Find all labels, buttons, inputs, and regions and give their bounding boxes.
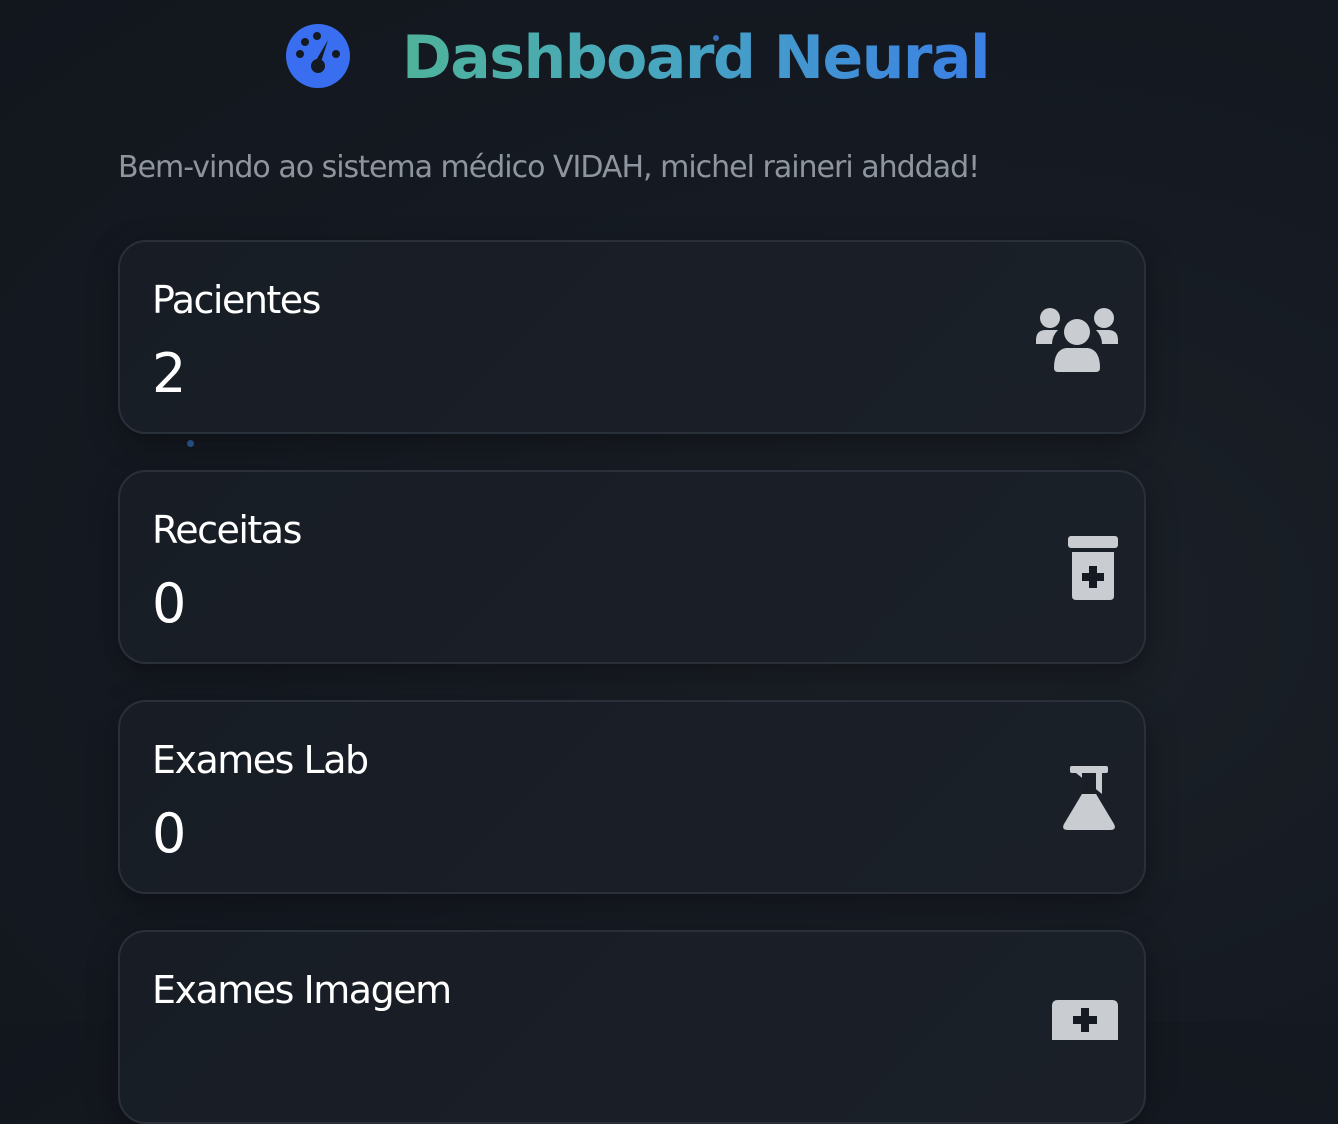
flask-icon <box>1060 766 1118 832</box>
title-decoration-dot <box>713 35 719 41</box>
card-value: 2 <box>152 342 187 405</box>
welcome-message: Bem-vindo ao sistema médico VIDAH, miche… <box>118 150 980 185</box>
card-label: Pacientes <box>152 278 321 322</box>
card-value: 0 <box>152 572 187 635</box>
prescription-bottle-icon <box>1068 536 1118 602</box>
stat-card-exames-lab[interactable]: Exames Lab 0 <box>118 700 1146 894</box>
medical-kit-icon <box>1052 1000 1118 1040</box>
page-title: Dashboard Neural <box>402 20 991 96</box>
stat-card-receitas[interactable]: Receitas 0 <box>118 470 1146 664</box>
header: Dashboard Neural <box>0 0 1338 120</box>
stat-card-pacientes[interactable]: Pacientes 2 <box>118 240 1146 434</box>
stat-card-exames-imagem[interactable]: Exames Imagem <box>118 930 1146 1124</box>
decoration-dot <box>187 440 194 447</box>
card-label: Receitas <box>152 508 302 552</box>
users-icon <box>1036 306 1118 372</box>
card-label: Exames Imagem <box>152 968 452 1012</box>
card-label: Exames Lab <box>152 738 369 782</box>
tachometer-icon <box>286 24 350 88</box>
card-value: 0 <box>152 802 187 865</box>
